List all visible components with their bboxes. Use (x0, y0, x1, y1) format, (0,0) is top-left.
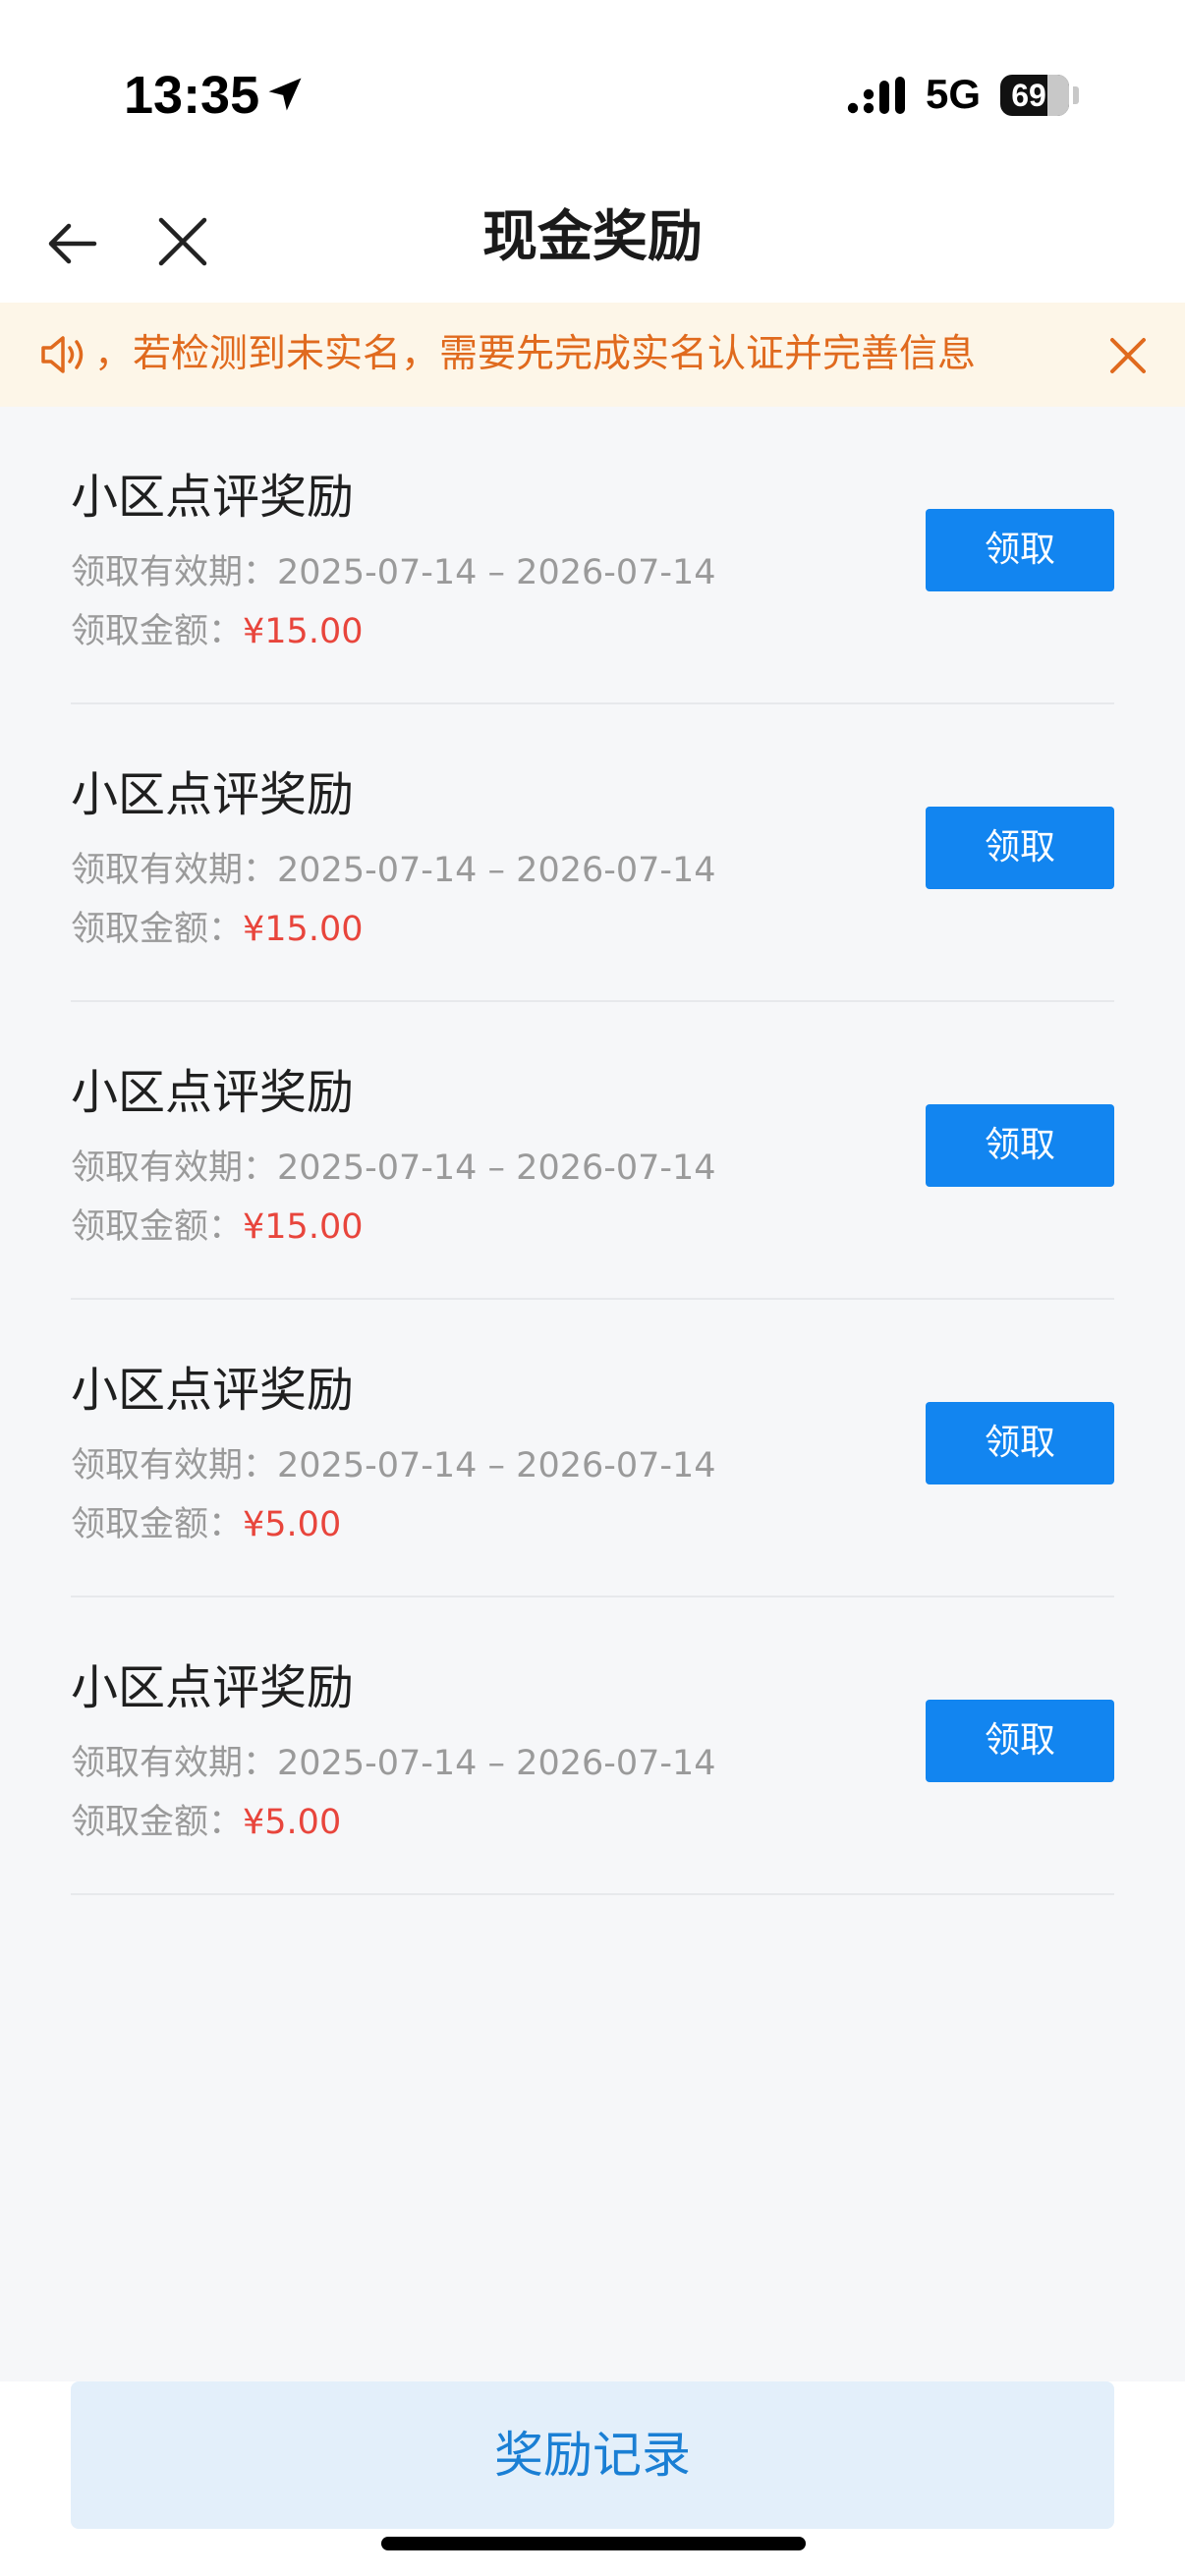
reward-title: 小区点评奖励 (71, 767, 355, 822)
amount-label: 领取金额： (71, 612, 244, 651)
speaker-icon (41, 336, 84, 373)
reward-amount-row: 领取金额：¥15.00 (71, 901, 363, 951)
period-value: 2025-07-14 – 2026-07-14 (277, 1148, 716, 1188)
status-time: 13:35 (124, 66, 260, 125)
reward-period: 领取有效期：2025-07-14 – 2026-07-14 (71, 842, 716, 892)
reward-card: 小区点评奖励 领取有效期：2025-07-14 – 2026-07-14 领取金… (0, 1300, 1185, 1597)
reward-amount: ¥15.00 (243, 910, 364, 949)
divider (71, 1893, 1114, 1895)
reward-card: 小区点评奖励 领取有效期：2025-07-14 – 2026-07-14 领取金… (0, 1597, 1185, 1895)
location-arrow-icon (268, 78, 302, 111)
reward-title: 小区点评奖励 (71, 1065, 355, 1120)
reward-amount-row: 领取金额：¥5.00 (71, 1794, 341, 1844)
claim-button[interactable]: 领取 (926, 509, 1114, 591)
reward-amount: ¥5.00 (243, 1505, 342, 1544)
reward-period: 领取有效期：2025-07-14 – 2026-07-14 (71, 1437, 716, 1487)
reward-period: 领取有效期：2025-07-14 – 2026-07-14 (71, 544, 716, 594)
claim-button[interactable]: 领取 (926, 1402, 1114, 1484)
period-value: 2025-07-14 – 2026-07-14 (277, 553, 716, 592)
reward-list: 小区点评奖励 领取有效期：2025-07-14 – 2026-07-14 领取金… (0, 407, 1185, 1895)
claim-button[interactable]: 领取 (926, 807, 1114, 889)
reward-amount: ¥15.00 (243, 612, 364, 651)
battery-icon: 69 (1000, 75, 1069, 116)
page-title: 现金奖励 (482, 205, 703, 269)
reward-amount: ¥5.00 (243, 1803, 342, 1842)
period-label: 领取有效期： (71, 1446, 278, 1485)
network-type: 5G (926, 71, 982, 117)
amount-label: 领取金额： (71, 910, 244, 949)
amount-label: 领取金额： (71, 1505, 244, 1544)
amount-label: 领取金额： (71, 1803, 244, 1842)
reward-amount-row: 领取金额：¥15.00 (71, 603, 363, 653)
reward-title: 小区点评奖励 (71, 1363, 355, 1418)
nav-bar: 现金奖励 (0, 187, 1185, 303)
cellular-signal-icon (847, 77, 905, 114)
claim-button[interactable]: 领取 (926, 1104, 1114, 1187)
reward-record-button[interactable]: 奖励记录 (71, 2381, 1114, 2529)
period-label: 领取有效期： (71, 1744, 278, 1783)
reward-card: 小区点评奖励 领取有效期：2025-07-14 – 2026-07-14 领取金… (0, 1002, 1185, 1300)
notice-text: ，若检测到未实名，需要先完成实名认证并完善信息 (94, 332, 977, 376)
notice-banner: ，若检测到未实名，需要先完成实名认证并完善信息 (0, 303, 1185, 407)
reward-card: 小区点评奖励 领取有效期：2025-07-14 – 2026-07-14 领取金… (0, 407, 1185, 704)
period-label: 领取有效期： (71, 1148, 278, 1188)
reward-card: 小区点评奖励 领取有效期：2025-07-14 – 2026-07-14 领取金… (0, 704, 1185, 1002)
reward-amount-row: 领取金额：¥5.00 (71, 1496, 341, 1546)
reward-title: 小区点评奖励 (71, 470, 355, 525)
reward-period: 领取有效期：2025-07-14 – 2026-07-14 (71, 1140, 716, 1190)
period-value: 2025-07-14 – 2026-07-14 (277, 1744, 716, 1783)
period-value: 2025-07-14 – 2026-07-14 (277, 851, 716, 890)
home-indicator (381, 2537, 806, 2550)
amount-label: 领取金额： (71, 1207, 244, 1247)
period-label: 领取有效期： (71, 553, 278, 592)
period-value: 2025-07-14 – 2026-07-14 (277, 1446, 716, 1485)
reward-period: 领取有效期：2025-07-14 – 2026-07-14 (71, 1735, 716, 1785)
claim-button[interactable]: 领取 (926, 1700, 1114, 1782)
period-label: 领取有效期： (71, 851, 278, 890)
reward-amount: ¥15.00 (243, 1207, 364, 1247)
reward-title: 小区点评奖励 (71, 1660, 355, 1715)
status-bar: 13:35 5G 69 (0, 0, 1185, 187)
notice-close-icon[interactable] (1106, 334, 1150, 377)
battery-level: 69 (1011, 78, 1046, 113)
battery-tip (1073, 86, 1079, 104)
reward-amount-row: 领取金额：¥15.00 (71, 1199, 363, 1249)
